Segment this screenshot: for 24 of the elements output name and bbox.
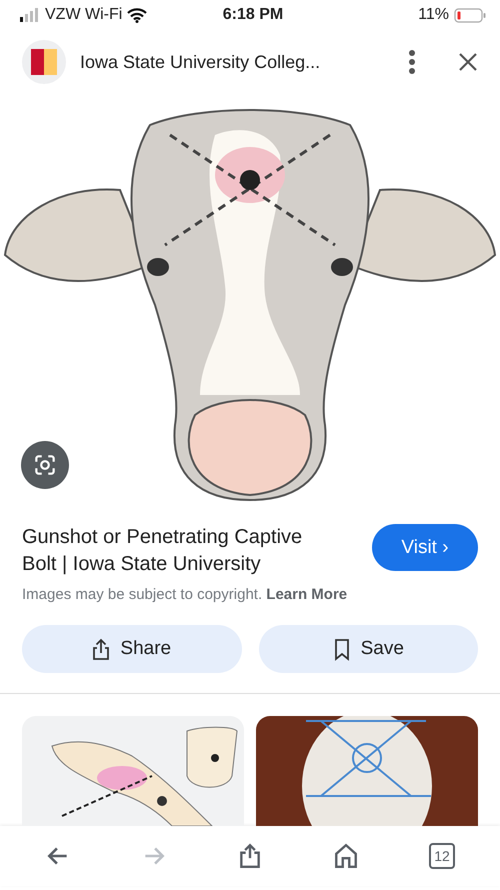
flag-icon (31, 49, 57, 75)
wifi-icon (127, 8, 148, 22)
visit-button[interactable]: Visit › (372, 524, 478, 571)
clock-time: 6:18 PM (222, 6, 284, 24)
share-icon (92, 638, 110, 660)
page-title: Iowa State University Colleg... (80, 52, 322, 72)
signal-icon (20, 8, 40, 22)
battery-icon (454, 8, 486, 22)
carrier-name: VZW Wi-Fi (45, 6, 122, 24)
share-button[interactable]: Share (22, 625, 242, 673)
lens-button[interactable] (21, 441, 69, 489)
save-button[interactable]: Save (258, 625, 478, 673)
result-title: Gunshot or Penetrating Captive Bolt | Iowa State University (22, 525, 304, 577)
copyright-notice: Images may be subject to copyright. Learn More (22, 586, 348, 603)
share-icon[interactable] (237, 843, 263, 869)
more-options-icon[interactable] (408, 49, 416, 75)
cow-illustration-thumbnail[interactable] (22, 716, 244, 826)
photo-placeholder[interactable] (256, 716, 478, 826)
close-icon[interactable] (458, 52, 478, 72)
tab-count-button[interactable]: 12 (429, 843, 455, 869)
home-icon[interactable] (333, 843, 359, 869)
learn-more-link[interactable]: Learn More (266, 586, 348, 603)
battery-percent: 11% (418, 6, 449, 24)
bookmark-icon (332, 638, 351, 660)
